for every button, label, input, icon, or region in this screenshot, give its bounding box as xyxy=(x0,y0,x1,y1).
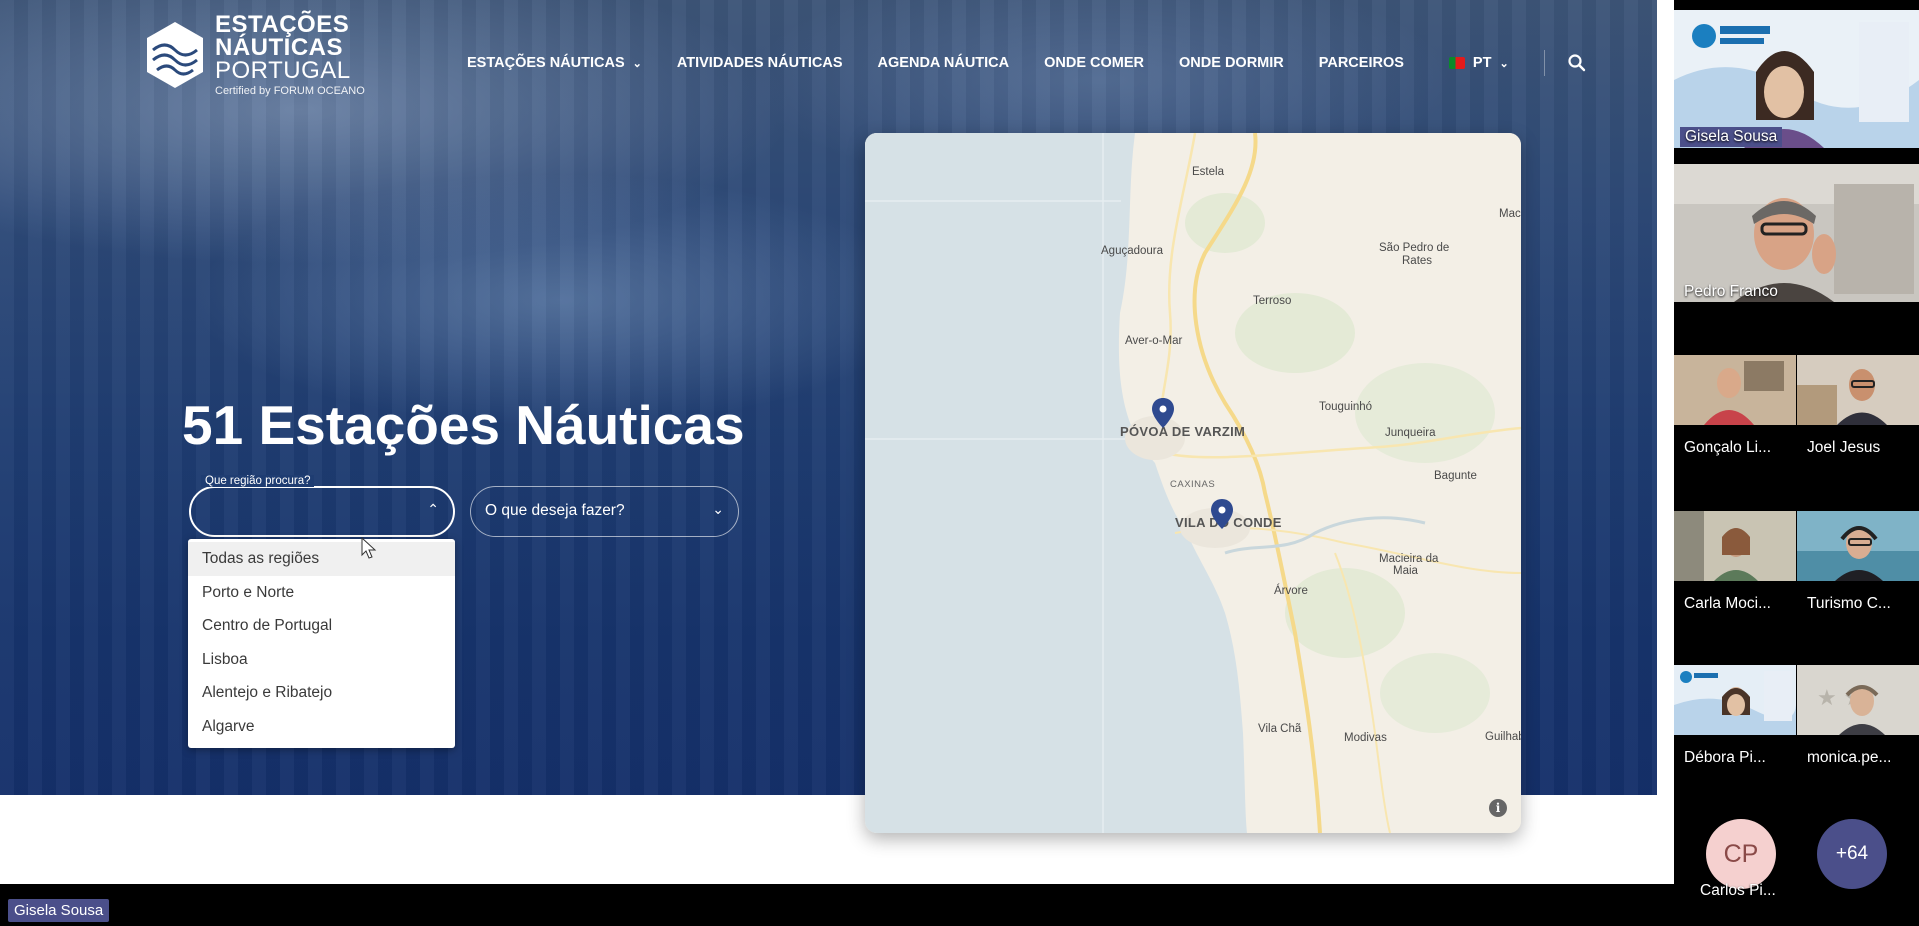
region-option[interactable]: Porto e Norte xyxy=(188,576,455,610)
nav-divider xyxy=(1543,50,1545,76)
participant-name: Turismo C... xyxy=(1807,595,1891,612)
participant-tile[interactable]: Gisela Sousa xyxy=(1674,10,1919,148)
nav-agenda-nautica[interactable]: AGENDA NÁUTICA xyxy=(878,55,1010,71)
participant-tile[interactable]: Carla Moci... xyxy=(1674,511,1796,661)
map-label: Terroso xyxy=(1253,295,1292,307)
nav-label: ONDE DORMIR xyxy=(1179,55,1284,71)
chevron-down-icon: ⌄ xyxy=(1499,57,1509,70)
region-select[interactable]: Que região procura? ⌃ xyxy=(189,475,455,537)
site-logo[interactable]: ESTAÇÕES NÁUTICAS PORTUGAL Certified by … xyxy=(143,13,365,98)
shared-screen: ESTAÇÕES NÁUTICAS PORTUGAL Certified by … xyxy=(0,0,1674,884)
info-icon[interactable]: i xyxy=(1489,799,1507,817)
nav-label: AGENDA NÁUTICA xyxy=(877,55,1010,71)
map-label: São Pedro de xyxy=(1379,242,1450,254)
participant-video xyxy=(1674,665,1796,735)
region-option[interactable]: Todas as regiões xyxy=(188,542,455,576)
participant-tile[interactable]: Débora Pi... xyxy=(1674,665,1796,775)
participant-video xyxy=(1797,511,1919,581)
participant-name: Pedro Franco xyxy=(1684,283,1778,300)
participant-video xyxy=(1674,164,1919,302)
portugal-flag-icon xyxy=(1448,57,1465,69)
mouse-cursor-icon xyxy=(361,537,377,559)
map-label: Estela xyxy=(1192,166,1224,178)
map-label: Vila Chã xyxy=(1258,723,1302,735)
nav-label: ONDE COMER xyxy=(1044,55,1145,71)
logo-certified: Certified by FORUM OCEANO xyxy=(215,85,365,98)
region-option[interactable]: Alentejo e Ribatejo xyxy=(188,676,455,710)
screen-margin xyxy=(1657,0,1674,884)
map-label: Aver-o-Mar xyxy=(1125,335,1183,347)
region-option[interactable]: Centro de Portugal xyxy=(188,609,455,643)
map-label: Guilhab xyxy=(1485,731,1521,743)
participant-tile[interactable]: Turismo C... xyxy=(1797,511,1919,661)
main-nav: ESTAÇÕES NÁUTICAS ⌄ ATIVIDADES NÁUTICAS … xyxy=(467,50,1587,76)
activity-select[interactable]: O que deseja fazer? ⌄ xyxy=(470,486,739,537)
map-label: Touguinhó xyxy=(1319,401,1373,413)
map-label: Bagunte xyxy=(1434,470,1477,482)
avatar: CP xyxy=(1706,819,1776,889)
participant-name: Carlos Pi... xyxy=(1700,882,1776,899)
map-label: Modivas xyxy=(1344,732,1387,744)
region-option[interactable]: Lisboa xyxy=(188,643,455,677)
language-selector[interactable]: PT ⌄ xyxy=(1448,55,1509,71)
more-participants-button[interactable]: +64 xyxy=(1817,819,1887,889)
participant-video xyxy=(1674,511,1796,581)
map-label: Maia xyxy=(1393,565,1418,577)
region-dropdown-list: Todas as regiões Porto e Norte Centro de… xyxy=(188,539,455,748)
map-label-area: CAXINAS xyxy=(1170,479,1216,490)
waves-logo-icon xyxy=(147,22,203,89)
nav-onde-comer[interactable]: ONDE COMER xyxy=(1044,55,1144,71)
participant-name: Débora Pi... xyxy=(1684,749,1766,766)
participant-tile[interactable]: CP Carlos Pi... xyxy=(1674,812,1796,926)
map-label-city: PÓVOA DE VARZIM xyxy=(1120,424,1246,439)
map-label: Mac xyxy=(1499,208,1521,220)
map-label: Junqueira xyxy=(1385,427,1436,439)
region-select-label: Que região procura? xyxy=(201,475,315,487)
participant-tile[interactable]: ★ ★ monica.pe... xyxy=(1797,665,1919,775)
nav-parceiros[interactable]: PARCEIROS xyxy=(1319,55,1404,71)
participant-video: ★ ★ xyxy=(1797,665,1919,735)
presenter-name-tag: Gisela Sousa xyxy=(8,899,110,922)
map-label: Aguçadoura xyxy=(1101,245,1164,257)
language-label: PT xyxy=(1472,55,1492,71)
participants-panel: Gisela Sousa Pedro Franco Gonçalo Li... xyxy=(1674,0,1919,926)
participant-tile[interactable]: Joel Jesus xyxy=(1797,355,1919,502)
stations-map[interactable]: Estela Aguçadoura São Pedro de Rates Ter… xyxy=(865,133,1521,833)
participant-video xyxy=(1797,355,1919,425)
search-icon[interactable] xyxy=(1567,53,1587,73)
map-marker-pin-icon[interactable] xyxy=(1210,498,1234,530)
nav-label: ATIVIDADES NÁUTICAS xyxy=(676,55,843,71)
chevron-down-icon: ⌄ xyxy=(712,501,724,517)
chevron-down-icon: ⌄ xyxy=(632,57,642,70)
chevron-up-icon: ⌃ xyxy=(427,501,439,517)
region-option[interactable]: Algarve xyxy=(188,710,455,744)
nav-label: ESTAÇÕES NÁUTICAS xyxy=(467,55,625,71)
logo-line-3: PORTUGAL xyxy=(215,56,351,84)
participant-name: Carla Moci... xyxy=(1684,595,1771,612)
map-marker-pin-icon[interactable] xyxy=(1151,397,1175,429)
nav-label: PARCEIROS xyxy=(1318,55,1404,71)
map-label: Árvore xyxy=(1274,585,1308,597)
participant-tile[interactable]: Gonçalo Li... xyxy=(1674,355,1796,502)
nav-onde-dormir[interactable]: ONDE DORMIR xyxy=(1179,55,1284,71)
page-title: 51 Estações Náuticas xyxy=(182,394,745,456)
map-label: Rates xyxy=(1402,255,1433,267)
participant-name: monica.pe... xyxy=(1807,749,1892,766)
activity-select-placeholder: O que deseja fazer? xyxy=(485,502,625,519)
participant-name: Gonçalo Li... xyxy=(1684,439,1772,456)
participant-tile[interactable]: Pedro Franco xyxy=(1674,164,1919,302)
participant-name: Joel Jesus xyxy=(1807,439,1881,456)
nav-estacoes-nauticas[interactable]: ESTAÇÕES NÁUTICAS ⌄ xyxy=(467,55,642,71)
map-label: Macieira da xyxy=(1379,553,1439,565)
participant-video xyxy=(1674,355,1796,425)
participant-name: Gisela Sousa xyxy=(1680,127,1783,147)
nav-atividades-nauticas[interactable]: ATIVIDADES NÁUTICAS xyxy=(677,55,843,71)
